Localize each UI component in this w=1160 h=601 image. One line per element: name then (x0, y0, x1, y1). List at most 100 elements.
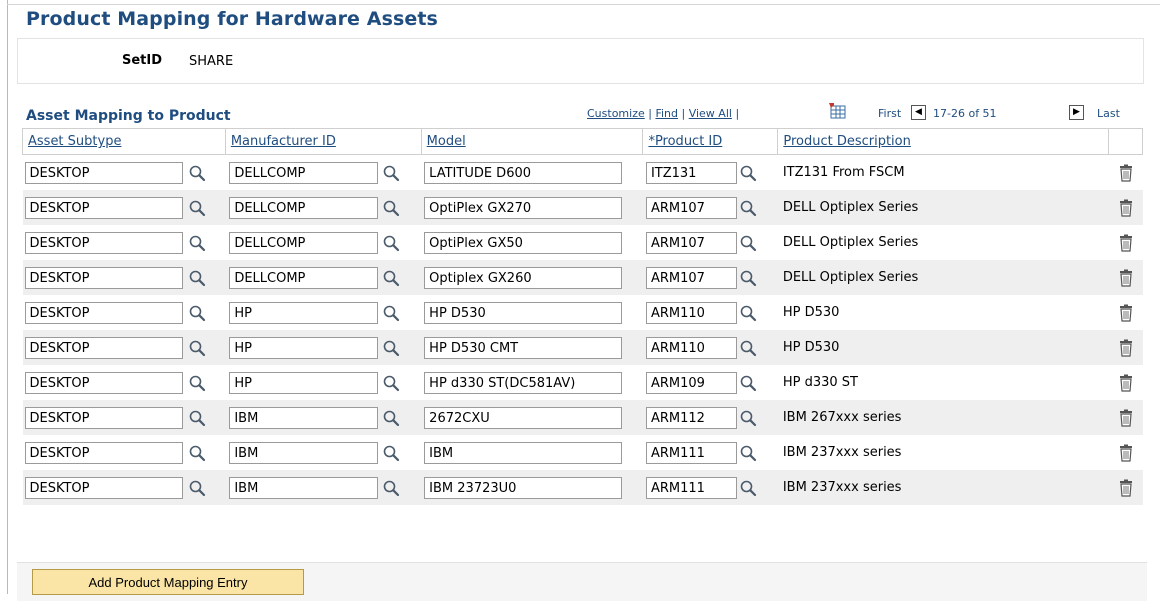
search-icon[interactable] (188, 199, 206, 217)
product-id-field[interactable]: ARM112 (645, 407, 737, 429)
search-icon[interactable] (739, 164, 757, 182)
product-id-field[interactable]: ARM111 (645, 442, 737, 464)
product-id-field[interactable]: ARM109 (645, 372, 737, 394)
manufacturer-id-field[interactable]: IBM (229, 407, 379, 429)
model-field[interactable]: OptiPlex GX270 (424, 197, 623, 219)
product-description: IBM 237xxx series (782, 445, 902, 460)
asset-subtype-field[interactable]: DESKTOP (24, 197, 183, 219)
asset-subtype-field[interactable]: DESKTOP (24, 442, 183, 464)
search-icon[interactable] (188, 339, 206, 357)
asset-subtype-field[interactable]: DESKTOP (24, 477, 183, 499)
search-icon[interactable] (739, 304, 757, 322)
search-icon[interactable] (188, 164, 206, 182)
next-arrow-icon[interactable]: ▶ (1069, 105, 1084, 120)
manufacturer-id-field[interactable]: DELLCOMP (229, 267, 379, 289)
manufacturer-id-field[interactable]: DELLCOMP (229, 197, 379, 219)
search-icon[interactable] (739, 339, 757, 357)
model-field[interactable]: HP D530 CMT (424, 337, 623, 359)
search-icon[interactable] (188, 479, 206, 497)
model-field[interactable]: IBM 23723U0 (424, 477, 623, 499)
customize-link[interactable]: Customize (587, 107, 645, 120)
add-product-mapping-button[interactable]: Add Product Mapping Entry (32, 569, 304, 595)
model-field[interactable]: HP D530 (424, 302, 623, 324)
delete-row-icon[interactable] (1119, 199, 1133, 217)
download-grid-icon[interactable] (827, 102, 846, 119)
model-field[interactable]: 2672CXU (424, 407, 623, 429)
search-icon[interactable] (739, 409, 757, 427)
manufacturer-id-field[interactable]: HP (229, 337, 379, 359)
search-icon[interactable] (382, 304, 400, 322)
product-id-field[interactable]: ARM111 (645, 477, 737, 499)
search-icon[interactable] (739, 444, 757, 462)
cell-model: HP D530 CMT (421, 330, 643, 365)
search-icon[interactable] (188, 269, 206, 287)
search-icon[interactable] (739, 269, 757, 287)
product-id-field[interactable]: ITZ131 (645, 162, 737, 184)
column-header-product-description[interactable]: Product Description (777, 128, 1109, 155)
manufacturer-id-field[interactable]: IBM (229, 477, 379, 499)
cell-product-description: DELL Optiplex Series (777, 260, 1109, 295)
delete-row-icon[interactable] (1119, 409, 1133, 427)
column-header-asset-subtype[interactable]: Asset Subtype (22, 128, 226, 155)
cell-delete (1108, 260, 1143, 295)
first-link[interactable]: First (878, 107, 901, 120)
product-id-field[interactable]: ARM107 (645, 267, 737, 289)
column-header-product-id[interactable]: *Product ID (642, 128, 779, 155)
model-field[interactable]: HP d330 ST(DC581AV) (424, 372, 623, 394)
search-icon[interactable] (188, 444, 206, 462)
asset-subtype-field[interactable]: DESKTOP (24, 372, 183, 394)
delete-row-icon[interactable] (1119, 269, 1133, 287)
search-icon[interactable] (188, 304, 206, 322)
delete-row-icon[interactable] (1119, 164, 1133, 182)
last-link[interactable]: Last (1097, 107, 1120, 120)
model-field[interactable]: Optiplex GX260 (424, 267, 623, 289)
search-icon[interactable] (739, 479, 757, 497)
asset-subtype-field[interactable]: DESKTOP (24, 337, 183, 359)
search-icon[interactable] (188, 374, 206, 392)
view-all-link[interactable]: View All (689, 107, 732, 120)
delete-row-icon[interactable] (1119, 444, 1133, 462)
search-icon[interactable] (382, 444, 400, 462)
product-id-field[interactable]: ARM110 (645, 337, 737, 359)
delete-row-icon[interactable] (1119, 304, 1133, 322)
model-field[interactable]: LATITUDE D600 (424, 162, 623, 184)
search-icon[interactable] (382, 234, 400, 252)
asset-subtype-field[interactable]: DESKTOP (24, 302, 183, 324)
column-header-model[interactable]: Model (420, 128, 644, 155)
asset-subtype-field[interactable]: DESKTOP (24, 162, 183, 184)
product-id-field[interactable]: ARM110 (645, 302, 737, 324)
search-icon[interactable] (739, 374, 757, 392)
product-id-field[interactable]: ARM107 (645, 197, 737, 219)
delete-row-icon[interactable] (1119, 374, 1133, 392)
manufacturer-id-field[interactable]: DELLCOMP (229, 162, 379, 184)
manufacturer-id-field[interactable]: IBM (229, 442, 379, 464)
column-header-manufacturer-id[interactable]: Manufacturer ID (224, 128, 422, 155)
search-icon[interactable] (382, 164, 400, 182)
search-icon[interactable] (188, 234, 206, 252)
search-icon[interactable] (382, 199, 400, 217)
model-field[interactable]: OptiPlex GX50 (424, 232, 623, 254)
previous-arrow-icon[interactable]: ◀ (911, 105, 926, 120)
search-icon[interactable] (382, 409, 400, 427)
search-icon[interactable] (188, 409, 206, 427)
cell-manufacturer-id: DELLCOMP (225, 190, 422, 225)
manufacturer-id-field[interactable]: DELLCOMP (229, 232, 379, 254)
delete-row-icon[interactable] (1119, 339, 1133, 357)
search-icon[interactable] (382, 374, 400, 392)
search-icon[interactable] (382, 269, 400, 287)
manufacturer-id-field[interactable]: HP (229, 372, 379, 394)
product-id-field[interactable]: ARM107 (645, 232, 737, 254)
delete-row-icon[interactable] (1119, 479, 1133, 497)
asset-subtype-field[interactable]: DESKTOP (24, 407, 183, 429)
search-icon[interactable] (739, 234, 757, 252)
cell-manufacturer-id: IBM (225, 470, 422, 505)
asset-subtype-field[interactable]: DESKTOP (24, 232, 183, 254)
search-icon[interactable] (739, 199, 757, 217)
search-icon[interactable] (382, 479, 400, 497)
search-icon[interactable] (382, 339, 400, 357)
manufacturer-id-field[interactable]: HP (229, 302, 379, 324)
find-link[interactable]: Find (655, 107, 678, 120)
asset-subtype-field[interactable]: DESKTOP (24, 267, 183, 289)
delete-row-icon[interactable] (1119, 234, 1133, 252)
model-field[interactable]: IBM (424, 442, 623, 464)
